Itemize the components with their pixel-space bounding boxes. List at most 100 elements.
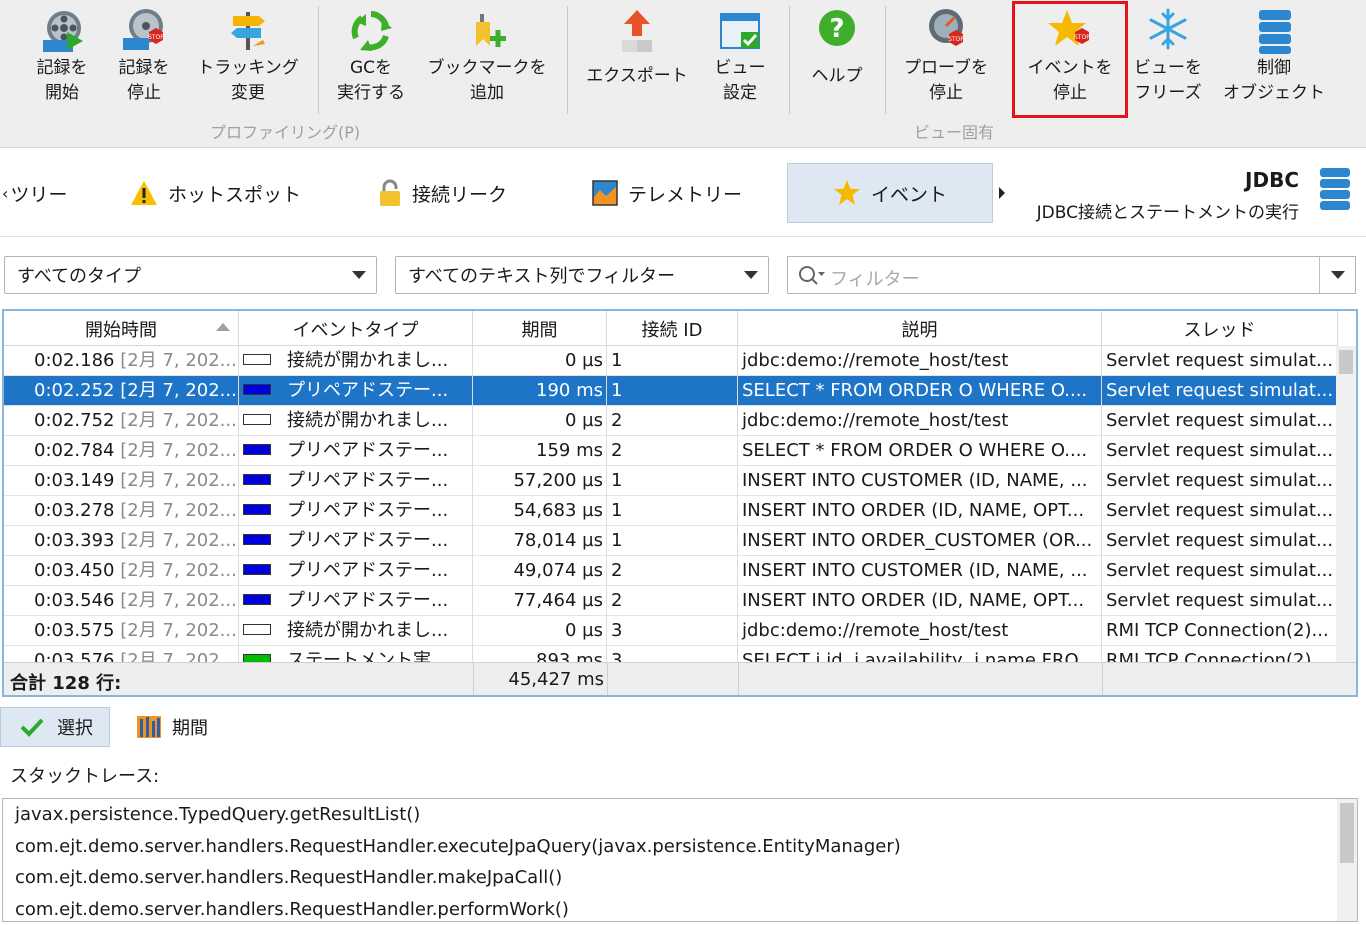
tab-selection[interactable]: 選択 [0,707,110,747]
cell-connection-id: 1 [607,526,738,556]
cell-event-type: プリペアドステー... [239,466,473,496]
stack-trace-line[interactable]: com.ejt.demo.server.handlers.RequestHand… [15,899,569,920]
view-tab-bar: ‹ ツリー ホットスポット 接続リーク テレメトリー イベント JDBC JDB… [0,149,1366,237]
table-row[interactable]: 0:02.752 [2月 7, 202... 接続が開かれまし... 0 µs 2 jd… [4,406,1338,436]
table-scrollbar[interactable] [1336,346,1356,662]
stop-recording-button[interactable]: STOP 記録を 停止 [106,6,182,116]
tab-duration[interactable]: 期間 [136,707,208,747]
help-label: ヘルプ [811,66,863,86]
start-recording-button[interactable]: 記録を 開始 [24,6,100,116]
chevron-down-icon [352,271,366,279]
chevron-down-icon [1331,271,1345,279]
stack-trace-line[interactable]: com.ejt.demo.server.handlers.RequestHand… [15,836,901,857]
control-objects-button[interactable]: 制御 オブジェクト [1216,6,1332,116]
stack-trace-line[interactable]: javax.persistence.TypedQuery.getResultLi… [15,804,420,825]
stack-trace-scrollbar-thumb[interactable] [1340,803,1354,863]
table-row[interactable]: 0:03.149 [2月 7, 202... プリペアドステー... 57,200 … [4,466,1338,496]
cell-connection-id: 1 [607,346,738,376]
toolbar-separator [318,6,319,114]
cell-start-time: 0:03.450 [2月 7, 202... [4,556,239,586]
column-header-thread[interactable]: スレッド [1102,311,1338,346]
cell-event-type: プリペアドステー... [239,496,473,526]
table-row[interactable]: 0:02.784 [2月 7, 202... プリペアドステー... 159 ms 2… [4,436,1338,466]
search-icon [798,265,826,291]
sort-ascending-icon [216,323,230,331]
record-stop-icon: STOP [119,6,169,56]
event-type-filter-value: すべてのタイプ [17,266,142,287]
cell-duration: 54,683 µs [473,496,607,526]
filter-search-input[interactable]: フィルター [787,256,1356,294]
help-button[interactable]: ? ヘルプ [800,6,874,116]
add-bookmark-button[interactable]: ブックマークを 追加 [420,6,554,116]
cell-description: SELECT i.id, i.availability, i.name FRO.… [738,646,1102,662]
control-objects-icon [1249,6,1299,56]
table-body: 0:02.186 [2月 7, 202... 接続が開かれまし... 0 µs 1 jd… [4,346,1338,662]
tracking-change-icon [223,6,273,56]
column-header-connection-id[interactable]: 接続 ID [607,311,738,346]
cell-event-type: プリペアドステー... [239,436,473,466]
column-header-start-time[interactable]: 開始時間 [4,311,239,346]
event-date: [2月 7, 202... [120,560,237,581]
stack-trace-line[interactable]: com.ejt.demo.server.handlers.RequestHand… [15,867,562,888]
change-tracking-label: トラッキング 変更 [197,58,299,103]
table-row[interactable]: 0:03.450 [2月 7, 202... プリペアドステー... 49,074 … [4,556,1338,586]
table-row[interactable]: 0:02.186 [2月 7, 202... 接続が開かれまし... 0 µs 1 jd… [4,346,1338,376]
cell-description: jdbc:demo://remote_host/test [738,406,1102,436]
cell-event-type: プリペアドステー... [239,556,473,586]
telemetry-icon [592,180,618,206]
svg-text:?: ? [829,14,844,44]
bookmark-add-icon [462,6,512,56]
export-label: エクスポート [586,66,688,86]
event-date: [2月 7, 202... [120,440,237,461]
tabs-scroll-right-icon[interactable] [999,187,1005,199]
event-time: 0:03.149 [34,470,115,491]
table-row[interactable]: 0:03.393 [2月 7, 202... プリペアドステー... 78,014 … [4,526,1338,556]
tab-telemetry[interactable]: テレメトリー [592,163,742,223]
tab-connection-leaks[interactable]: 接続リーク [378,163,507,223]
column-header-label: 期間 [521,319,558,341]
footer-divider [607,663,608,695]
cell-description: SELECT * FROM ORDER O WHERE O.... [738,436,1102,466]
event-type-color-swatch [243,563,271,575]
export-button[interactable]: エクスポート [580,6,694,116]
table-row[interactable]: 0:02.252 [2月 7, 202... プリペアドステー... 190 ms 1… [4,376,1338,406]
jdbc-database-icon [1318,167,1352,215]
event-type: プリペアドステー... [287,530,449,551]
cell-description: jdbc:demo://remote_host/test [738,616,1102,646]
text-column-filter-select[interactable]: すべてのテキスト列でフィルター [395,256,769,294]
event-type-color-swatch [243,383,271,395]
tab-hotspots[interactable]: ホットスポット [130,163,301,223]
table-row[interactable]: 0:03.576 [2月 7, 202... ステートメント実... 893 ms 3… [4,646,1338,662]
event-date: [2月 7, 202... [120,410,237,431]
view-subtitle: JDBC接続とステートメントの実行 [1036,203,1299,223]
table-scrollbar-thumb[interactable] [1339,350,1353,374]
stop-probe-button[interactable]: STOP プローブを 停止 [898,6,994,116]
stack-trace-scrollbar[interactable] [1337,799,1357,921]
event-type-color-swatch [243,473,271,485]
cell-description: INSERT INTO CUSTOMER (ID, NAME, ... [738,466,1102,496]
column-header-duration[interactable]: 期間 [473,311,607,346]
stop-recording-label: 記録を 停止 [118,58,170,103]
event-date: [2月 7, 202... [120,380,237,401]
run-gc-button[interactable]: GCを 実行する [332,6,410,116]
stack-trace-list[interactable]: javax.persistence.TypedQuery.getResultLi… [2,798,1358,922]
filter-history-dropdown[interactable] [1319,257,1355,293]
tab-tree[interactable]: ‹ ツリー [2,163,67,223]
cell-thread: Servlet request simulat... [1102,556,1338,586]
cell-start-time: 0:03.393 [2月 7, 202... [4,526,239,556]
change-tracking-button[interactable]: トラッキング 変更 [192,6,304,116]
tab-events[interactable]: イベント [787,163,993,223]
event-type: プリペアドステー... [287,590,449,611]
table-row[interactable]: 0:03.278 [2月 7, 202... プリペアドステー... 54,683 … [4,496,1338,526]
footer-divider [738,663,739,695]
column-header-event-type[interactable]: イベントタイプ [239,311,473,346]
table-row[interactable]: 0:03.575 [2月 7, 202... 接続が開かれまし... 0 µs 3 jd… [4,616,1338,646]
cell-description: jdbc:demo://remote_host/test [738,346,1102,376]
column-header-description[interactable]: 説明 [738,311,1102,346]
view-settings-button[interactable]: ビュー 設定 [706,6,774,116]
event-type-filter-select[interactable]: すべてのタイプ [4,256,377,294]
cell-connection-id: 2 [607,436,738,466]
cell-thread: Servlet request simulat... [1102,406,1338,436]
freeze-view-button[interactable]: ビューを フリーズ [1130,6,1206,116]
table-row[interactable]: 0:03.546 [2月 7, 202... プリペアドステー... 77,464 … [4,586,1338,616]
